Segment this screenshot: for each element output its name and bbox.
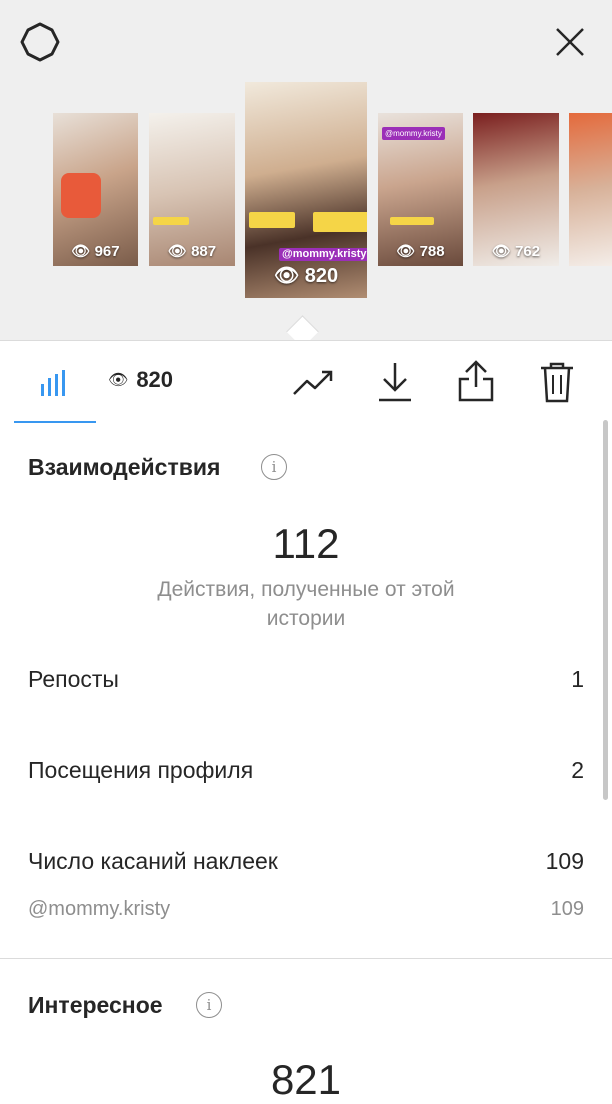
section-divider <box>0 958 612 959</box>
interactions-total: 112 <box>272 520 340 567</box>
promote-trend-icon[interactable] <box>290 363 336 403</box>
scrollbar[interactable] <box>603 420 608 800</box>
viewers-count: 820 <box>136 367 174 392</box>
sticker-taps-value: 109 <box>545 848 584 874</box>
story-views: 👁 762 <box>491 243 541 260</box>
info-icon[interactable]: i <box>196 992 222 1018</box>
reposts-value: 1 <box>571 666 584 692</box>
story-sticker <box>390 217 434 225</box>
profile-visits-label: Посещения профиля <box>28 757 254 783</box>
thumbnail-figure <box>61 173 101 218</box>
reposts-label: Репосты <box>28 666 119 692</box>
story-views: 👁 967 <box>71 243 120 260</box>
story-views-count: 820 <box>304 265 339 287</box>
stories-carousel-area: 👁 967 👁 887 @mommy.kristy 👁 820 @mommy.k… <box>0 0 612 340</box>
eye-icon: 👁 <box>108 372 129 389</box>
story-sticker <box>313 212 367 232</box>
story-sticker <box>249 212 295 228</box>
profile-visits-value: 2 <box>571 757 584 783</box>
discovery-total: 821 <box>270 1056 342 1103</box>
close-icon[interactable] <box>548 20 592 64</box>
bar-chart-icon <box>41 370 65 396</box>
sticker-mention-value: 109 <box>550 898 584 920</box>
story-thumbnail-selected[interactable]: @mommy.kristy 👁 820 <box>245 82 367 298</box>
story-views-count: 762 <box>515 243 541 260</box>
settings-gear-icon[interactable] <box>18 20 62 64</box>
interactions-caption: Действия, полученные от этой истории <box>157 578 455 630</box>
active-tab-indicator <box>14 421 96 423</box>
story-thumbnail-partial[interactable] <box>569 113 612 266</box>
story-views-count: 967 <box>94 243 120 260</box>
story-thumbnail[interactable]: @mommy.kristy 👁 788 <box>378 113 463 266</box>
insights-tab[interactable] <box>34 363 74 403</box>
story-sticker <box>153 217 189 225</box>
info-icon[interactable]: i <box>261 454 287 480</box>
insights-toolbar: 👁 820 <box>0 340 612 423</box>
story-views: 👁 820 <box>273 265 339 287</box>
mention-sticker: @mommy.kristy <box>279 248 367 261</box>
story-views: 👁 887 <box>167 243 217 260</box>
story-thumbnail[interactable]: 👁 967 <box>53 113 138 266</box>
story-views: 👁 788 <box>396 243 445 260</box>
interactions-title: Взаимодействия <box>28 454 221 480</box>
viewers-tab[interactable]: 👁 820 <box>108 367 173 393</box>
discovery-title: Интересное <box>28 992 163 1018</box>
share-icon[interactable] <box>454 357 498 405</box>
sticker-taps-label: Число касаний наклеек <box>28 848 278 874</box>
story-thumbnail[interactable]: 👁 887 <box>149 113 235 266</box>
mention-sticker: @mommy.kristy <box>382 127 445 140</box>
download-icon[interactable] <box>374 359 416 405</box>
story-views-count: 788 <box>419 243 445 260</box>
delete-trash-icon[interactable] <box>536 359 578 405</box>
story-views-count: 887 <box>191 243 217 260</box>
story-thumbnail[interactable]: 👁 762 <box>473 113 559 266</box>
sticker-mention-label[interactable]: @mommy.kristy <box>28 898 170 921</box>
